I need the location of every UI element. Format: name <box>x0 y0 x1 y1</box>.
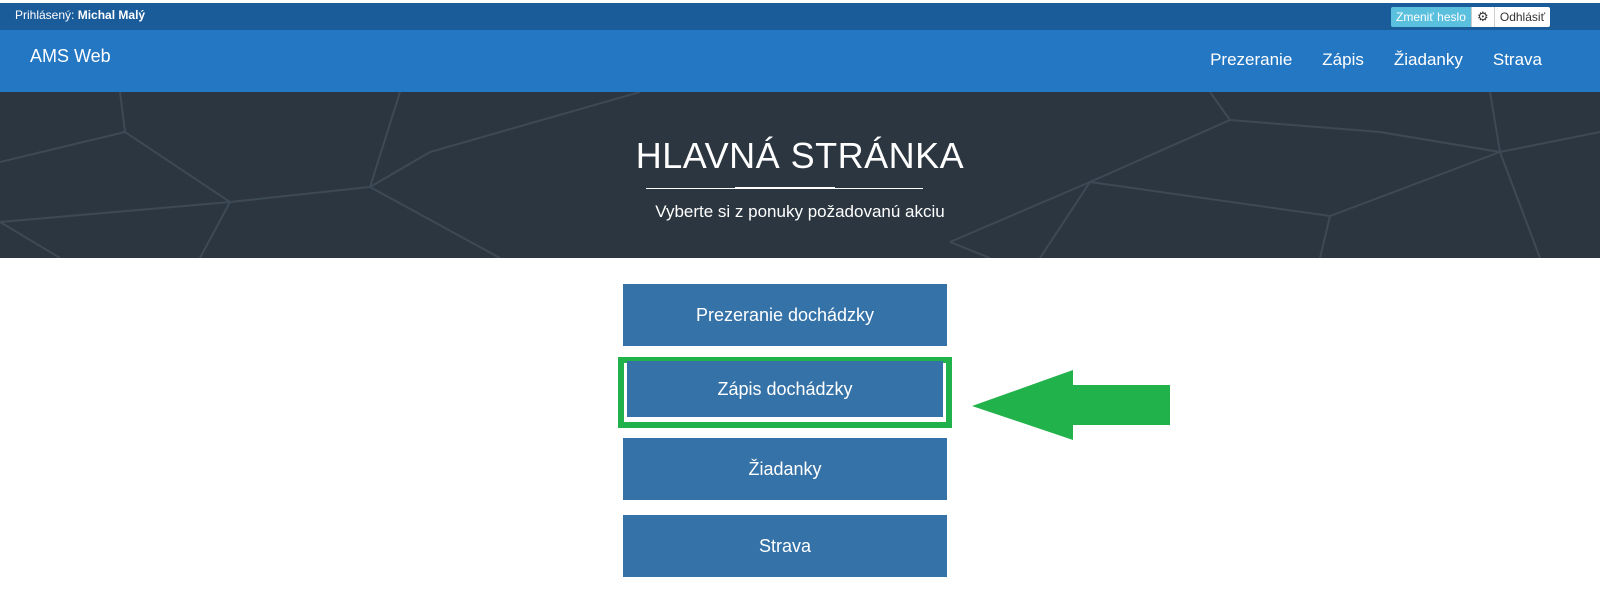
nav-item-prezeranie[interactable]: Prezeranie <box>1210 50 1292 70</box>
nav-menu: Prezeranie Zápis Žiadanky Strava <box>1210 50 1542 70</box>
prezeranie-dochadzky-button[interactable]: Prezeranie dochádzky <box>623 284 947 346</box>
nav-item-ziadanky[interactable]: Žiadanky <box>1394 50 1463 70</box>
logout-button[interactable]: Odhlásiť <box>1494 7 1551 27</box>
nav-item-strava[interactable]: Strava <box>1493 50 1542 70</box>
hero-banner: HLAVNÁ STRÁNKA Vyberte si z ponuky požad… <box>0 92 1600 258</box>
brand-link[interactable]: AMS Web <box>30 46 111 67</box>
ziadanky-button[interactable]: Žiadanky <box>623 438 947 500</box>
strava-button[interactable]: Strava <box>623 515 947 577</box>
page-title: HLAVNÁ STRÁNKA <box>635 135 965 176</box>
account-actions: Zmeniť heslo ⚙ Odhlásiť <box>1391 7 1551 27</box>
gear-icon[interactable]: ⚙ <box>1470 7 1495 27</box>
top-bar: Prihlásený: Michal Malý Zmeniť heslo ⚙ O… <box>0 3 1600 30</box>
arrow-left-icon <box>972 370 1170 440</box>
logged-in-label: Prihlásený: <box>15 8 75 22</box>
title-divider-accent <box>735 187 835 189</box>
page-subtitle: Vyberte si z ponuky požadovanú akciu <box>655 202 945 221</box>
user-name: Michal Malý <box>77 8 146 22</box>
nav-item-zapis[interactable]: Zápis <box>1322 50 1364 70</box>
zapis-dochadzky-button[interactable]: Zápis dochádzky <box>627 361 943 417</box>
change-password-button[interactable]: Zmeniť heslo <box>1391 7 1471 27</box>
main-navbar: AMS Web Prezeranie Zápis Žiadanky Strava <box>0 30 1600 92</box>
logged-in-info: Prihlásený: Michal Malý <box>15 8 145 22</box>
